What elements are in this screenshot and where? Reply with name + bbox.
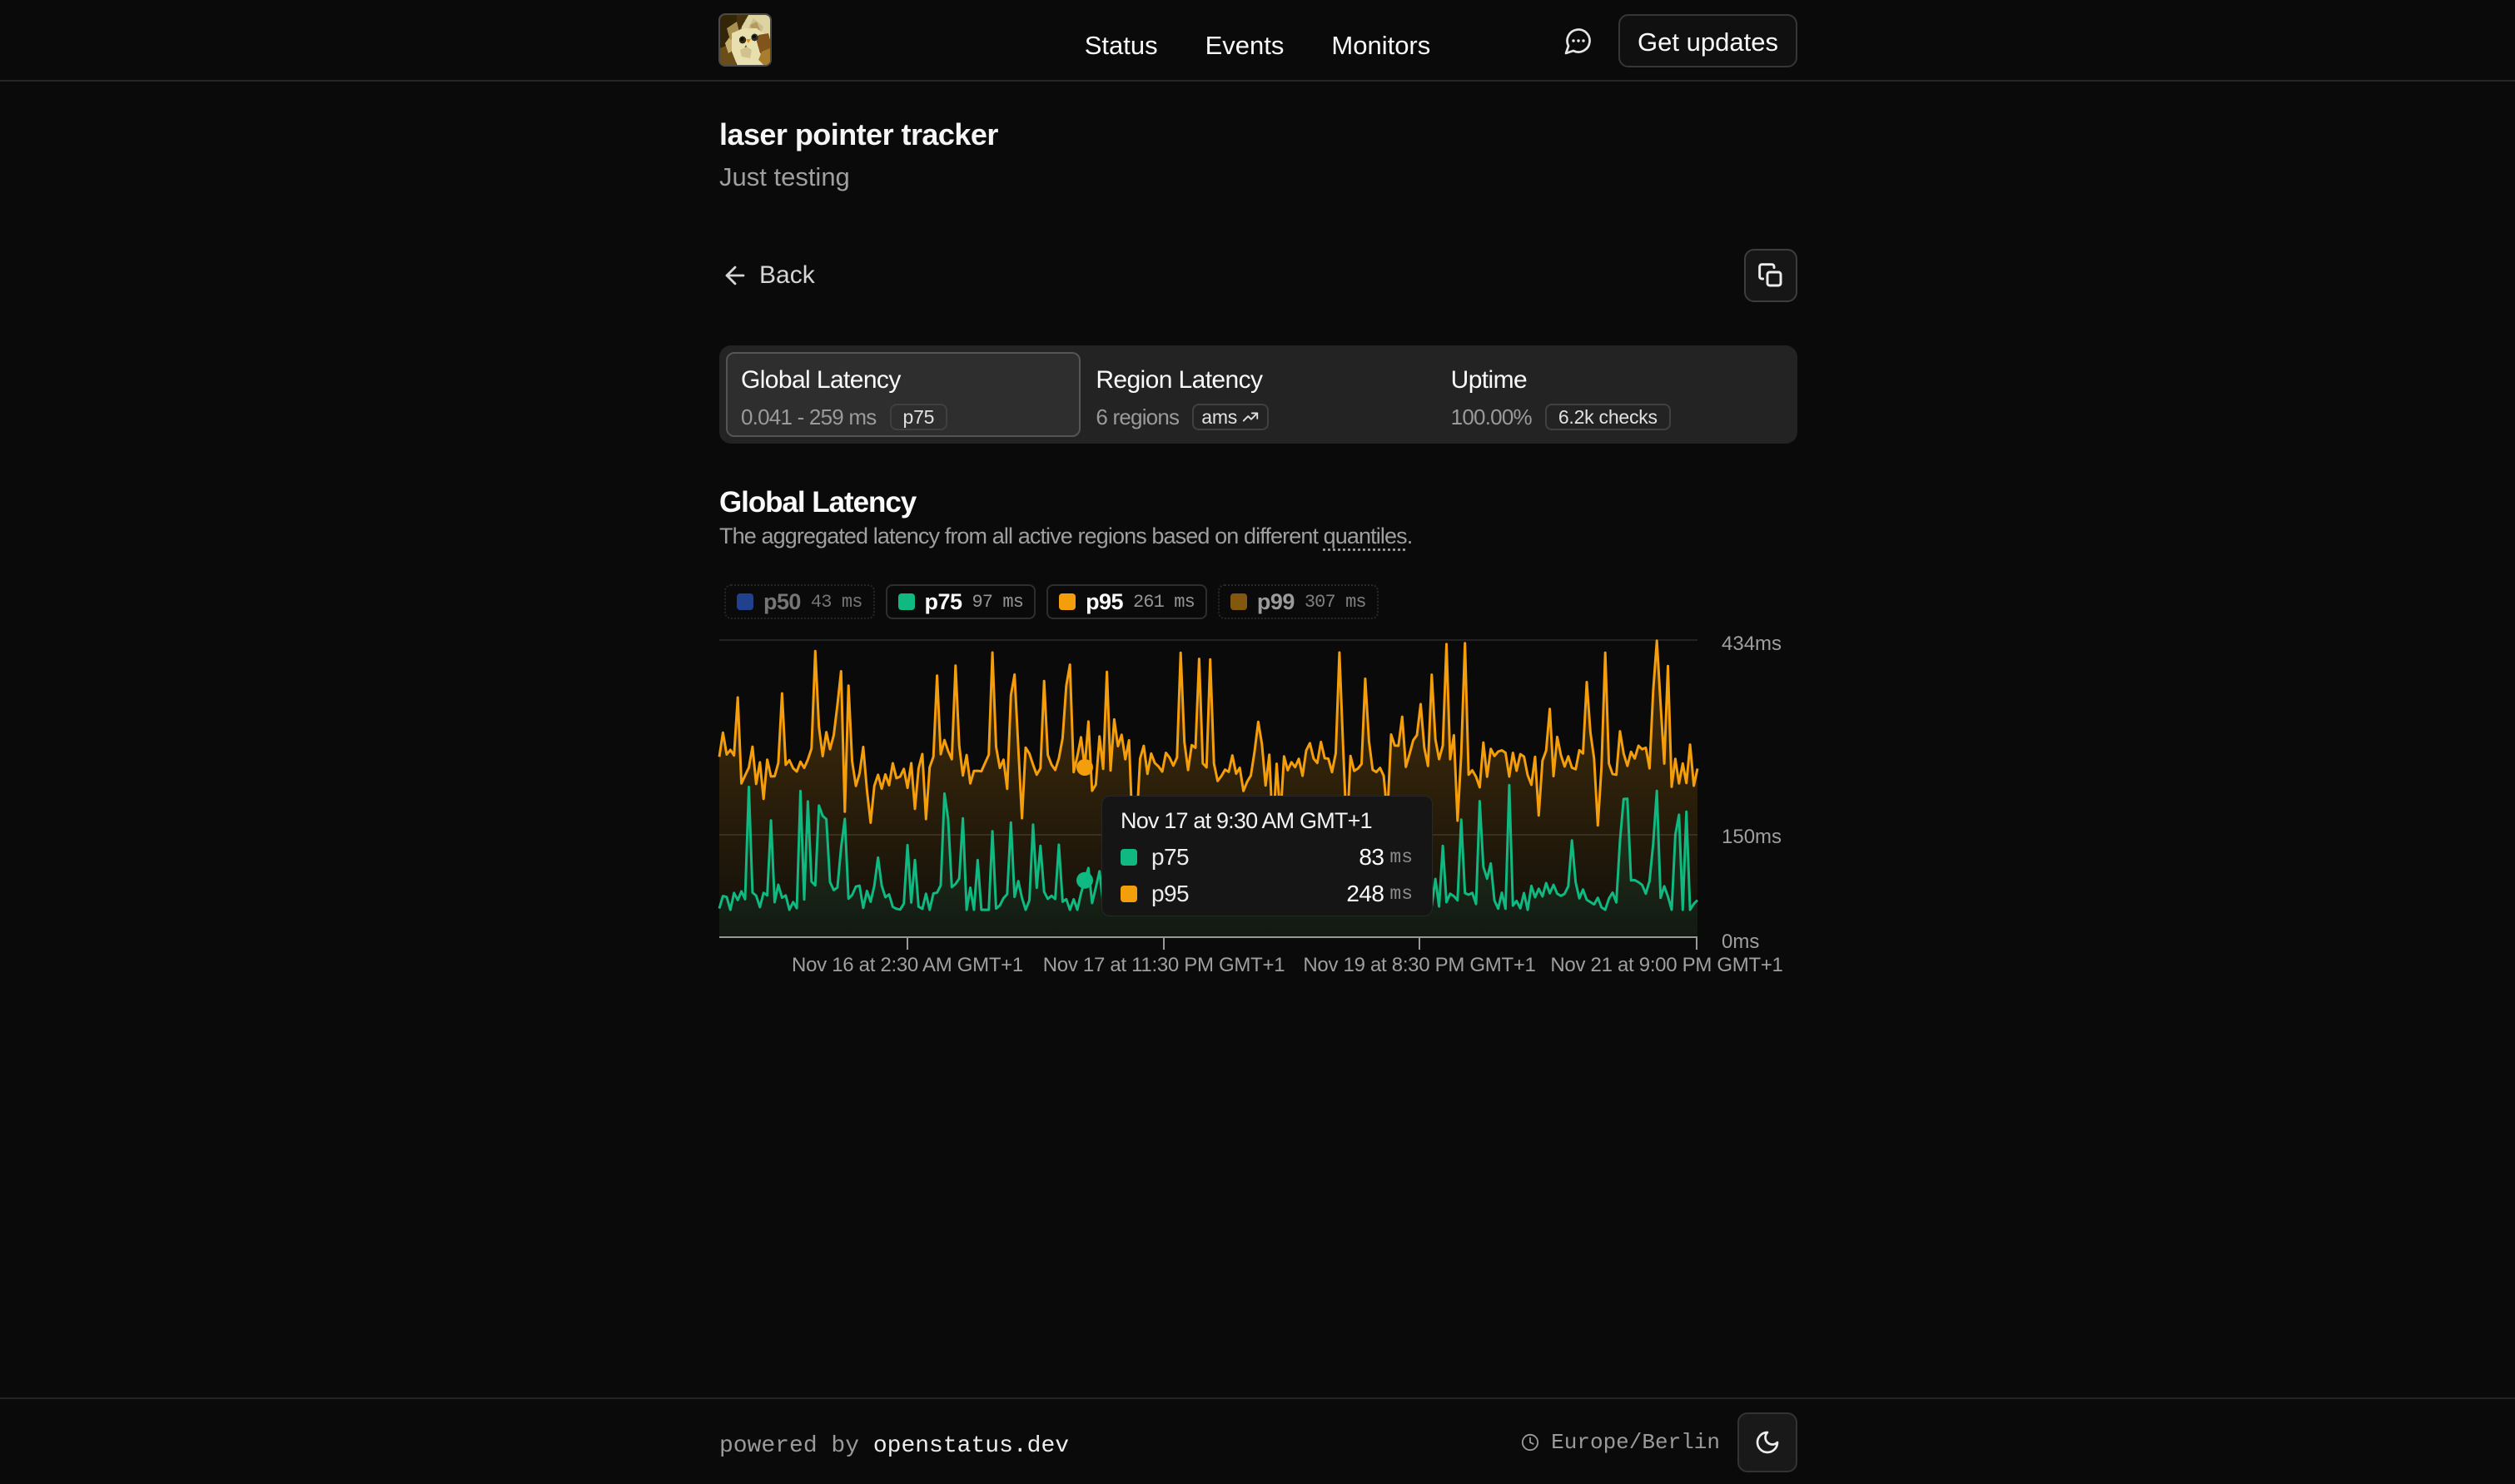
svg-text:Nov 17 at 11:30 PM GMT+1: Nov 17 at 11:30 PM GMT+1	[1043, 954, 1285, 976]
svg-text:Nov 21 at 9:00 PM GMT+1: Nov 21 at 9:00 PM GMT+1	[1550, 954, 1782, 976]
svg-text:150ms: 150ms	[1722, 826, 1782, 848]
svg-text:Nov 19 at 8:30 PM GMT+1: Nov 19 at 8:30 PM GMT+1	[1303, 954, 1535, 976]
svg-text:Nov 16 at 2:30 AM GMT+1: Nov 16 at 2:30 AM GMT+1	[792, 954, 1023, 976]
svg-text:0ms: 0ms	[1722, 931, 1759, 953]
svg-text:434ms: 434ms	[1722, 633, 1782, 655]
